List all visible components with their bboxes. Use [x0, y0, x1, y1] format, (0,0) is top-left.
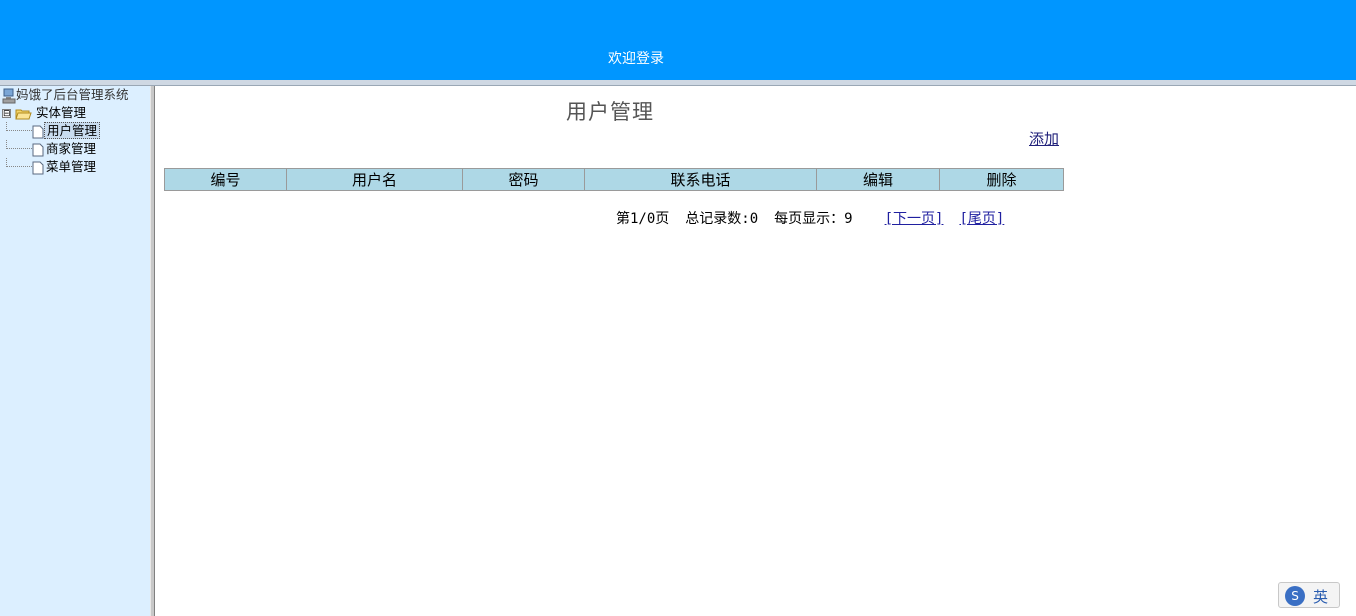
tree-root[interactable]: 妈饿了后台管理系统	[2, 86, 129, 103]
folder-open-icon	[15, 109, 32, 119]
tree-root-label: 妈饿了后台管理系统	[16, 87, 129, 102]
ime-logo-icon: S	[1285, 586, 1305, 606]
page-title: 用户管理	[566, 100, 654, 124]
last-page-link[interactable]: [尾页]	[959, 211, 1004, 227]
ime-language-toggle[interactable]: 英	[1313, 586, 1328, 607]
page-indicator: 第1/0页	[616, 211, 670, 227]
sidebar-item-label: 菜单管理	[46, 159, 97, 174]
tree-connector	[6, 158, 32, 167]
pagination: 第1/0页 总记录数:0 每页显示：9 [下一页] [尾页]	[616, 208, 1004, 228]
document-icon	[32, 161, 44, 174]
sidebar-item-label: 商家管理	[46, 141, 97, 156]
top-banner: 欢迎登录	[0, 0, 1356, 80]
column-header-phone: 联系电话	[584, 168, 817, 191]
tree-folder-label: 实体管理	[35, 105, 86, 120]
main-content: 用户管理 添加 编号 用户名 密码 联系电话 编辑 删除 第1/0页 总记录数:0…	[156, 86, 1356, 616]
sidebar-item-merchants[interactable]: 商家管理	[2, 140, 98, 157]
collapse-icon[interactable]: ⊟	[2, 109, 11, 119]
welcome-title: 欢迎登录	[608, 51, 664, 67]
document-icon	[32, 143, 44, 156]
add-link[interactable]: 添加	[1029, 128, 1059, 149]
user-table: 编号 用户名 密码 联系电话 编辑 删除	[164, 168, 1064, 191]
column-header-id: 编号	[164, 168, 287, 191]
column-header-delete: 删除	[939, 168, 1064, 191]
tree-folder-entity[interactable]: ⊟ 实体管理	[2, 104, 86, 121]
table-header-row: 编号 用户名 密码 联系电话 编辑 删除	[164, 168, 1064, 191]
tree-connector	[6, 140, 32, 149]
sidebar-item-menus[interactable]: 菜单管理	[2, 158, 98, 175]
frame-splitter[interactable]	[150, 86, 155, 616]
next-page-link[interactable]: [下一页]	[885, 211, 944, 227]
sidebar-item-users[interactable]: 用户管理	[2, 122, 101, 139]
page-size: 每页显示：9	[774, 211, 853, 227]
ime-toolbar[interactable]: S 英	[1278, 582, 1340, 608]
sidebar: 妈饿了后台管理系统 ⊟ 实体管理 用户管理 商家管理 菜单管理	[0, 86, 150, 616]
sidebar-item-label: 用户管理	[44, 122, 101, 139]
tree-connector	[6, 122, 32, 131]
total-records: 总记录数:0	[685, 211, 759, 227]
document-icon	[32, 125, 44, 138]
column-header-password: 密码	[462, 168, 585, 191]
computer-icon	[2, 88, 16, 103]
column-header-edit: 编辑	[816, 168, 940, 191]
column-header-username: 用户名	[286, 168, 463, 191]
